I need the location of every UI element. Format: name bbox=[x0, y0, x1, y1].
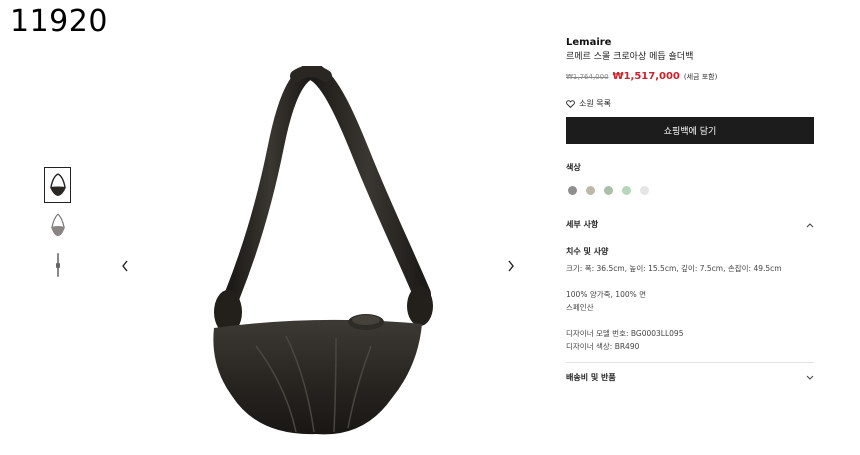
tax-note: (세금 포함) bbox=[683, 73, 718, 81]
details-title: 세부 사항 bbox=[566, 220, 599, 229]
thumbnail-bag-side[interactable] bbox=[44, 207, 71, 243]
bag-side-thumb-image bbox=[50, 213, 65, 236]
price-row: ₩1,764,000 ₩1,517,000 (세금 포함) bbox=[566, 71, 814, 82]
bag-strap-thumb-image bbox=[55, 253, 60, 277]
thumbnail-bag-strap[interactable] bbox=[44, 247, 71, 283]
model-number-text: 디자이너 모델 번호: BG0003LL095 bbox=[566, 329, 684, 338]
shipping-accordion-header[interactable]: 배송비 및 반품 bbox=[566, 372, 814, 383]
dimensions-text: 크기: 폭: 36.5cm, 높이: 15.5cm, 깊이: 7.5cm, 손잡… bbox=[566, 264, 782, 273]
shipping-title: 배송비 및 반품 bbox=[566, 373, 616, 382]
gallery-prev-button[interactable] bbox=[118, 258, 132, 274]
wishlist-button[interactable]: 소원 목록 bbox=[566, 98, 814, 109]
brand-name[interactable]: Lemaire bbox=[566, 36, 814, 49]
color-section-title: 색상 bbox=[566, 163, 581, 172]
color-swatch-list bbox=[566, 186, 814, 195]
original-price: ₩1,764,000 bbox=[566, 73, 609, 81]
heart-icon bbox=[566, 99, 575, 108]
add-to-cart-button[interactable]: 쇼핑백에 담기 bbox=[566, 117, 814, 144]
croissant-bag-image bbox=[213, 63, 433, 435]
product-info-panel: Lemaire 르메르 스몰 크로아상 메듭 숄더백 ₩1,764,000 ₩1… bbox=[566, 36, 814, 383]
product-name: 르메르 스몰 크로아상 메듭 숄더백 bbox=[566, 52, 694, 62]
details-accordion-header[interactable]: 세부 사항 bbox=[566, 219, 814, 230]
wishlist-label: 소원 목록 bbox=[579, 99, 611, 108]
sale-price: ₩1,517,000 bbox=[612, 71, 680, 82]
chevron-left-icon bbox=[122, 260, 128, 272]
material-block: 100% 양가죽, 100% 면 스페인산 bbox=[566, 288, 814, 314]
section-divider bbox=[566, 362, 814, 363]
designer-color-text: 디자이너 색상: BR490 bbox=[566, 342, 640, 351]
size-spec-title: 치수 및 사양 bbox=[566, 247, 609, 256]
product-main-image bbox=[196, 63, 446, 446]
color-swatch-4[interactable] bbox=[622, 186, 631, 195]
bag-front-thumb-image bbox=[49, 173, 66, 196]
origin-text: 스페인산 bbox=[566, 303, 594, 312]
material-text: 100% 양가죽, 100% 면 bbox=[566, 290, 647, 299]
color-swatch-5[interactable] bbox=[640, 186, 649, 195]
thumbnail-bag-front[interactable] bbox=[44, 167, 71, 203]
gallery-next-button[interactable] bbox=[504, 258, 518, 274]
chevron-up-icon bbox=[806, 222, 814, 227]
chevron-down-icon bbox=[806, 375, 814, 380]
color-swatch-3[interactable] bbox=[604, 186, 613, 195]
chevron-right-icon bbox=[508, 260, 514, 272]
color-swatch-1[interactable] bbox=[568, 186, 577, 195]
corner-id-label: 11920 bbox=[10, 4, 108, 39]
designer-block: 디자이너 모델 번호: BG0003LL095 디자이너 색상: BR490 bbox=[566, 327, 814, 353]
thumbnail-list bbox=[44, 167, 72, 287]
color-swatch-2[interactable] bbox=[586, 186, 595, 195]
